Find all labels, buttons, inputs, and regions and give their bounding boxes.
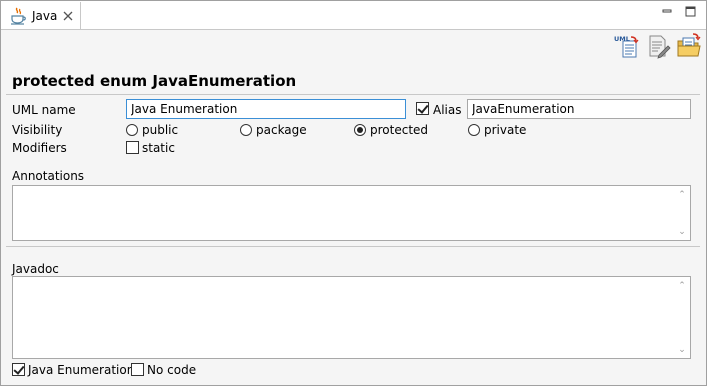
alias-label: Alias	[433, 103, 462, 117]
visibility-package-radio[interactable]	[240, 124, 252, 136]
javadoc-scrollbar[interactable]: ⌃ ⌄	[674, 277, 690, 358]
javadoc-label: Javadoc	[12, 262, 59, 276]
java-enumeration-checkbox[interactable]	[12, 363, 25, 376]
uml-export-icon[interactable]: UML	[614, 34, 640, 58]
no-code-label: No code	[147, 363, 197, 377]
visibility-label: Visibility	[12, 123, 63, 137]
annotations-label: Annotations	[12, 169, 85, 183]
uml-badge-label: UML	[614, 35, 630, 43]
visibility-public-radio[interactable]	[126, 124, 138, 136]
static-checkbox[interactable]	[126, 141, 139, 154]
alias-input[interactable]	[467, 99, 691, 119]
javadoc-textarea[interactable]: ⌃ ⌄	[12, 276, 691, 359]
visibility-private-radio[interactable]	[468, 124, 480, 136]
visibility-package-label: package	[256, 123, 307, 137]
annotations-textarea[interactable]: ⌃ ⌄	[12, 185, 691, 241]
close-icon[interactable]	[63, 10, 73, 21]
java-cup-icon	[10, 7, 26, 25]
scroll-down-icon[interactable]: ⌄	[678, 346, 686, 355]
tab-label: Java	[32, 9, 58, 23]
maximize-icon[interactable]	[685, 6, 696, 17]
visibility-public-label: public	[142, 123, 179, 137]
java-enumeration-label: Java Enumeration	[28, 363, 135, 377]
no-code-checkbox[interactable]	[131, 363, 144, 376]
tab-java[interactable]: Java	[2, 2, 81, 29]
edit-document-icon[interactable]	[647, 35, 671, 59]
annotations-scrollbar[interactable]: ⌃ ⌄	[674, 186, 690, 240]
scroll-up-icon[interactable]: ⌃	[678, 282, 686, 291]
scroll-down-icon[interactable]: ⌄	[678, 228, 686, 237]
visibility-protected-radio[interactable]	[354, 124, 366, 136]
uml-name-label: UML name	[12, 103, 76, 117]
title-separator	[6, 94, 700, 95]
alias-checkbox[interactable]	[416, 102, 429, 115]
modifiers-label: Modifiers	[12, 141, 67, 155]
uml-name-input[interactable]	[126, 99, 406, 119]
tab-bar: Java	[1, 1, 706, 30]
scroll-up-icon[interactable]: ⌃	[678, 191, 686, 200]
visibility-private-label: private	[484, 123, 527, 137]
visibility-protected-label: protected	[370, 123, 429, 137]
page-title: protected enum JavaEnumeration	[12, 72, 297, 90]
open-folder-icon[interactable]	[676, 33, 702, 59]
section-separator	[6, 246, 700, 247]
minimize-icon[interactable]	[662, 7, 672, 17]
static-label: static	[142, 141, 175, 155]
